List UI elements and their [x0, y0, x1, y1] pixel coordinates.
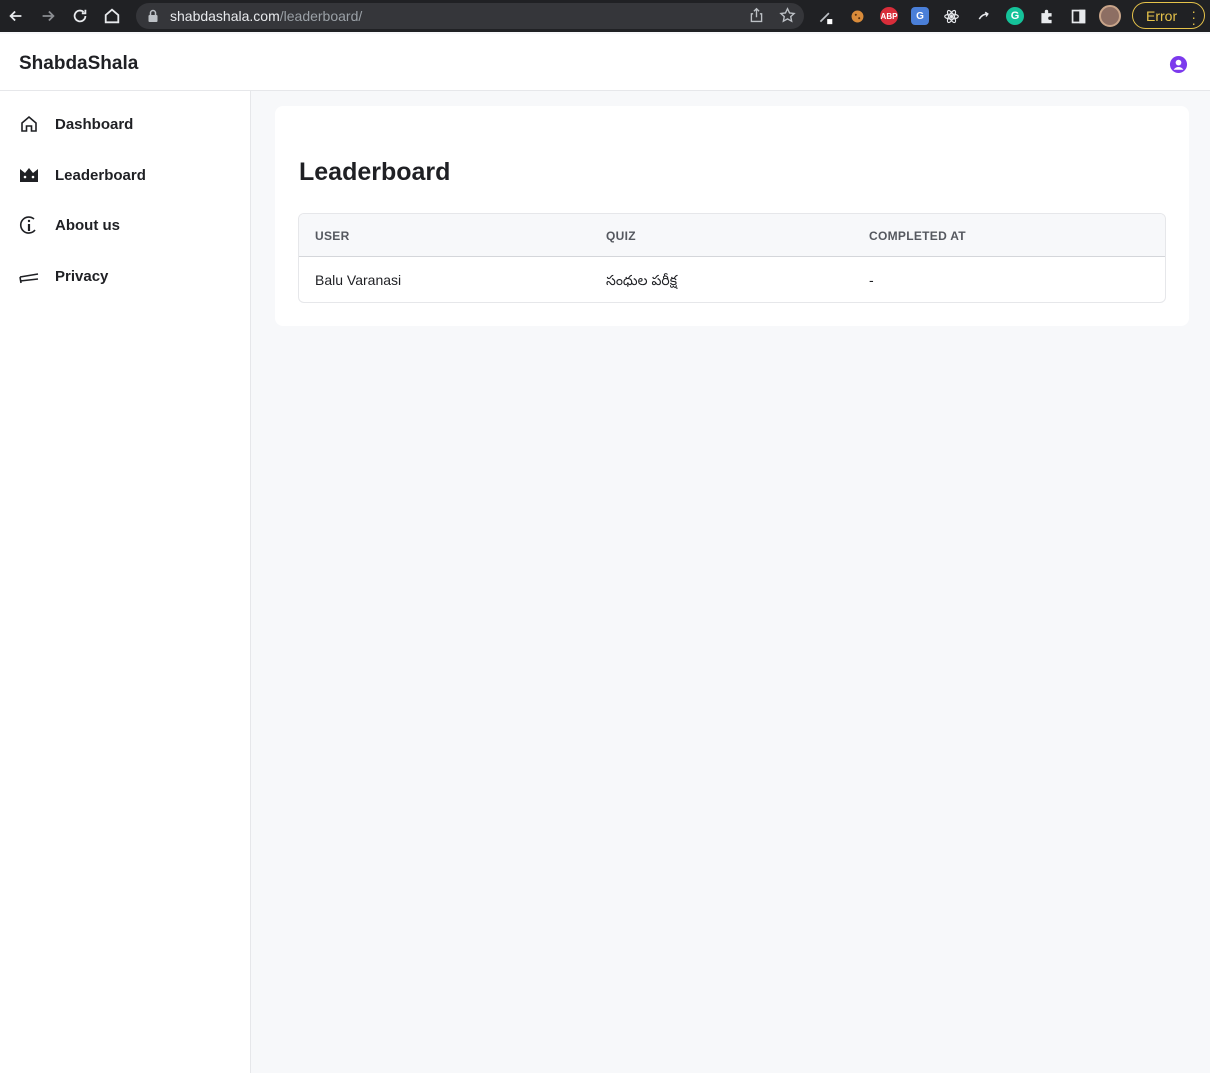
table-header: USER QUIZ COMPLETED AT — [299, 214, 1165, 257]
puzzle-icon[interactable] — [1035, 5, 1058, 28]
error-chip[interactable]: Error · · · — [1132, 2, 1205, 30]
sidebar-item-label: Dashboard — [55, 115, 134, 133]
sidebar-item-label: Leaderboard — [55, 166, 146, 184]
column-header-completed-at: COMPLETED AT — [869, 229, 966, 243]
star-icon[interactable] — [779, 7, 796, 24]
crown-icon — [20, 168, 38, 182]
home-button[interactable] — [96, 0, 128, 32]
profile-avatar[interactable] — [1099, 5, 1121, 27]
column-header-quiz: QUIZ — [606, 229, 636, 243]
app-header: ShabdaShala — [0, 34, 1210, 91]
reload-button[interactable] — [64, 0, 96, 32]
share-icon[interactable] — [748, 7, 765, 24]
cell-user: Balu Varanasi — [315, 272, 402, 288]
home-icon — [21, 115, 37, 132]
home-browser-icon — [104, 8, 120, 24]
cell-quiz: సంధుల పరీక్ష — [606, 272, 678, 288]
abp-icon[interactable]: ABP — [880, 7, 898, 25]
table-row: Balu Varanasi సంధుల పరీక్ష - — [299, 257, 1165, 302]
sidebar-item-about-us[interactable]: About us — [0, 205, 251, 245]
arrow-icon[interactable] — [972, 5, 995, 28]
leaderboard-table: USER QUIZ COMPLETED AT Balu Varanasi సంధ… — [298, 213, 1166, 303]
pen-icon[interactable] — [814, 5, 837, 28]
sidebar-item-privacy[interactable]: Privacy — [0, 256, 251, 296]
sidebar-item-leaderboard[interactable]: Leaderboard — [0, 155, 251, 195]
browser-toolbar: shabdashala.com/leaderboard/ ABP G G Err… — [0, 0, 1210, 32]
leaderboard-card: Leaderboard USER QUIZ COMPLETED AT Balu … — [275, 106, 1189, 326]
info-icon — [19, 216, 36, 234]
back-button[interactable] — [0, 0, 32, 32]
translate-icon[interactable]: G — [911, 7, 929, 25]
back-arrow-icon — [9, 10, 22, 22]
url-host: shabdashala.com — [170, 8, 280, 24]
address-bar[interactable]: shabdashala.com/leaderboard/ — [136, 3, 804, 29]
react-icon[interactable] — [940, 5, 963, 28]
sidepanel-icon[interactable] — [1067, 5, 1090, 28]
column-header-user: USER — [315, 229, 350, 243]
user-circle-icon[interactable] — [1169, 55, 1188, 74]
cookie-icon[interactable] — [846, 5, 869, 28]
page-title: Leaderboard — [299, 158, 451, 186]
grammarly-icon[interactable]: G — [1006, 7, 1024, 25]
more-vert-icon[interactable]: · · · — [1191, 4, 1196, 30]
forward-button[interactable] — [32, 0, 64, 32]
sidebar-item-label: Privacy — [55, 267, 109, 285]
cell-completed-at: - — [869, 272, 874, 288]
url-path: /leaderboard/ — [279, 8, 363, 24]
brand-logo[interactable]: ShabdaShala — [19, 53, 138, 75]
forward-arrow-icon — [42, 10, 55, 22]
error-label: Error — [1146, 7, 1178, 24]
lock-icon — [148, 9, 158, 22]
reload-icon — [73, 9, 87, 23]
sidebar: Dashboard Leaderboard About us Privacy — [0, 91, 251, 1073]
sidebar-item-dashboard[interactable]: Dashboard — [0, 104, 251, 144]
sidebar-item-label: About us — [55, 216, 120, 234]
privacy-icon — [19, 273, 39, 284]
